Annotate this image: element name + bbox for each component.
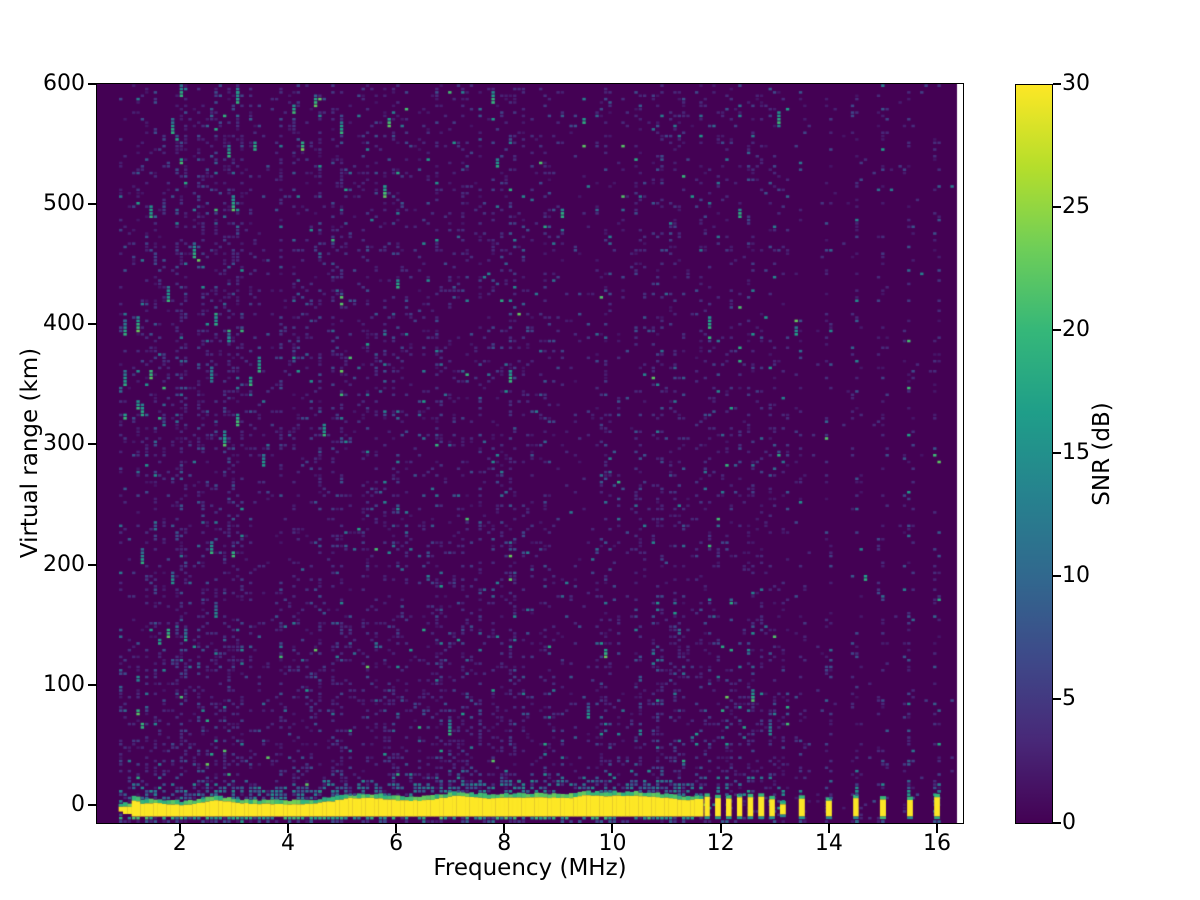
- y-tick-mark: [88, 443, 97, 446]
- colorbar-tick-mark: [1053, 698, 1061, 701]
- colorbar-tick-label: 25: [1062, 194, 1090, 220]
- colorbar-tick-mark: [1053, 206, 1061, 209]
- y-tick-mark: [88, 83, 97, 85]
- colorbar-tick-label: 5: [1062, 686, 1076, 712]
- y-tick-label: 600: [43, 71, 85, 96]
- colorbar-tick-mark: [1053, 452, 1061, 455]
- colorbar-tick-label: 10: [1062, 563, 1090, 589]
- colorbar-tick-label: 20: [1062, 317, 1090, 343]
- colorbar-tick-label: 15: [1062, 440, 1090, 466]
- y-tick-mark: [88, 803, 97, 806]
- y-tick-mark: [88, 203, 97, 206]
- colorbar-tick-mark: [1053, 83, 1061, 85]
- x-tick-label: 2: [172, 831, 187, 856]
- x-tick-label: 8: [497, 831, 512, 856]
- x-tick-label: 10: [598, 831, 627, 856]
- colorbar-tick-mark: [1053, 575, 1061, 578]
- y-tick-mark: [88, 683, 97, 686]
- x-tick-label: 16: [923, 831, 952, 856]
- colorbar: [1015, 84, 1053, 824]
- y-tick-mark: [88, 563, 97, 566]
- y-tick-label: 100: [43, 671, 85, 697]
- colorbar-label: SNR (dB): [1089, 402, 1115, 506]
- y-tick-label: 400: [43, 311, 85, 337]
- heatmap-canvas: [97, 84, 963, 823]
- x-tick-label: 14: [814, 831, 843, 856]
- y-tick-mark: [88, 323, 97, 326]
- x-tick-label: 4: [280, 831, 295, 856]
- x-tick-label: 12: [706, 831, 735, 856]
- colorbar-tick-label: 0: [1062, 809, 1076, 835]
- x-tick-label: 6: [389, 831, 404, 856]
- x-axis-label: Frequency (MHz): [433, 855, 627, 881]
- colorbar-tick-mark: [1053, 821, 1061, 824]
- y-tick-label: 0: [71, 791, 85, 817]
- colorbar-tick-mark: [1053, 329, 1061, 332]
- y-tick-label: 500: [43, 191, 85, 217]
- colorbar-tick-label: 30: [1062, 71, 1090, 96]
- y-axis-label: Virtual range (km): [17, 347, 43, 559]
- ionogram-figure: IRF Uppsala SDR Ionosonde UP158 2025-12-…: [0, 0, 1200, 900]
